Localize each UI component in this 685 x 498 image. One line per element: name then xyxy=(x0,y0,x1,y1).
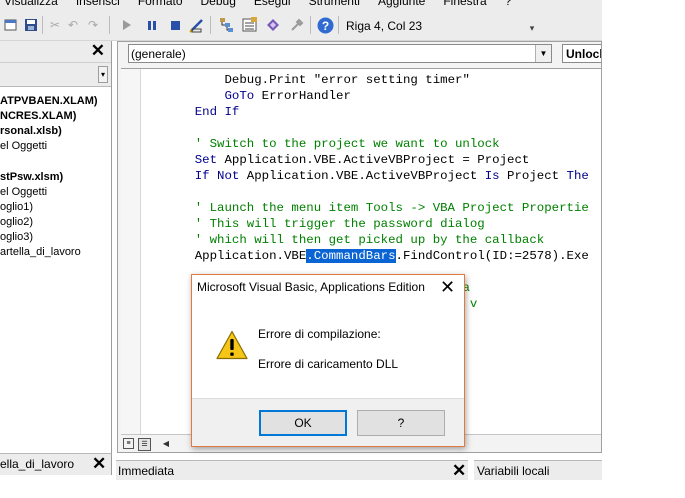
object-dropdown-value: (generale) xyxy=(131,47,186,61)
dialog-message-detail: Errore di caricamento DLL xyxy=(258,357,399,371)
close-icon[interactable]: ✕ xyxy=(452,461,466,481)
toolbox-icon[interactable] xyxy=(288,16,306,34)
menu-item[interactable]: Aggiunte xyxy=(369,0,434,8)
tree-item[interactable]: oglio2) xyxy=(0,215,33,229)
project-explorer-panel: ✕ ▾ ATPVBAEN.XLAM) NCRES.XLAM) rsonal.xlsb… xyxy=(0,41,112,453)
tree-item[interactable]: el Oggetti xyxy=(0,139,47,153)
code-token: ' which will then get picked up by the c… xyxy=(194,233,545,247)
warning-icon xyxy=(216,330,248,360)
menu-item[interactable]: Debug xyxy=(192,0,245,8)
tree-item[interactable]: NCRES.XLAM) xyxy=(0,109,76,123)
undo-icon[interactable]: ↶ xyxy=(64,16,82,34)
full-module-view-icon[interactable]: ☰ xyxy=(138,438,151,451)
locals-window-title: Variabili locali xyxy=(477,464,550,478)
svg-text:?: ? xyxy=(321,19,328,33)
ok-button[interactable]: OK xyxy=(259,410,347,436)
run-icon[interactable] xyxy=(118,16,136,34)
code-line: Debug.Print "error setting timer" xyxy=(165,72,470,88)
tree-item[interactable]: artella_di_lavoro xyxy=(0,245,81,259)
menu-item[interactable]: Inserisci xyxy=(67,0,129,8)
pause-icon[interactable] xyxy=(143,16,161,34)
stop-icon[interactable] xyxy=(166,16,184,34)
immediate-window-header: Immediata ✕ xyxy=(116,460,468,480)
code-token: Set xyxy=(194,153,218,167)
code-token: If Not xyxy=(194,169,240,183)
code-line: Set Application.VBE.ActiveVBProject = Pr… xyxy=(165,152,530,168)
menu-bar: Visualizza Inserisci Formato Debug Esegui Str… xyxy=(0,0,602,9)
code-token: ' Launch the menu item Tools -> VBA Proj… xyxy=(194,201,589,215)
code-line: ' This will trigger the password dialog xyxy=(165,216,485,232)
dialog-message-heading: Errore di compilazione: xyxy=(258,327,381,341)
project-explorer-header: ✕ xyxy=(0,41,111,63)
close-icon[interactable]: ✕ xyxy=(440,277,455,297)
code-token: ErrorHandler xyxy=(254,89,351,103)
properties-window-header: ella_di_lavoro ✕ xyxy=(0,453,112,475)
cut-icon[interactable]: ✂ xyxy=(46,16,64,34)
tree-item[interactable]: oglio3) xyxy=(0,230,33,244)
design-mode-icon[interactable] xyxy=(188,16,206,34)
code-token: The xyxy=(566,169,589,183)
menu-item[interactable]: ? xyxy=(496,0,521,8)
selected-text: .CommandBars xyxy=(306,249,396,263)
procedure-view-icon[interactable]: ≡ xyxy=(123,438,134,449)
help-button[interactable]: ? xyxy=(357,410,445,436)
dialog-title: Microsoft Visual Basic, Applications Edi… xyxy=(197,280,425,294)
toolbar-options-icon[interactable]: ▾ xyxy=(526,15,538,41)
code-token: Debug.Print "error setting timer" xyxy=(224,73,470,87)
help-icon[interactable]: ? xyxy=(316,16,334,34)
menu-item[interactable]: Esegui xyxy=(245,0,300,8)
code-token: .FindControl(ID:=2578).Exe xyxy=(395,249,589,263)
indicator-margin[interactable] xyxy=(121,69,141,435)
code-token: Application.VBE.ActiveVBProject = Projec… xyxy=(217,153,530,167)
menu-item[interactable]: Finestra xyxy=(434,0,495,8)
tree-item[interactable]: rsonal.xlsb) xyxy=(0,124,62,138)
code-token: Is xyxy=(484,169,500,183)
properties-window-title: ella_di_lavoro xyxy=(0,457,75,471)
error-dialog: Microsoft Visual Basic, Applications Edi… xyxy=(191,274,465,447)
close-icon[interactable]: ✕ xyxy=(92,454,106,474)
chevron-down-icon[interactable]: ▼ xyxy=(535,45,551,62)
close-icon[interactable]: ✕ xyxy=(91,41,105,61)
tree-item[interactable]: oglio1) xyxy=(0,200,33,214)
code-token: Application.VBE.ActiveVBProject xyxy=(239,169,485,183)
object-dropdown[interactable]: (generale) ▼ xyxy=(128,44,552,63)
project-explorer-icon[interactable] xyxy=(218,16,236,34)
immediate-window-title: Immediata xyxy=(118,464,175,478)
code-line: GoTo ErrorHandler xyxy=(165,88,351,104)
project-explorer-toolbar: ▾ xyxy=(0,63,111,87)
menu-item[interactable]: Formato xyxy=(129,0,192,8)
properties-icon[interactable] xyxy=(241,16,259,34)
menu-item[interactable]: Strumenti xyxy=(300,0,369,8)
dialog-titlebar[interactable]: Microsoft Visual Basic, Applications Edi… xyxy=(192,275,464,301)
code-token: ' This will trigger the password dialog xyxy=(194,217,485,231)
cursor-position: Riga 4, Col 23 xyxy=(346,19,423,33)
procedure-dropdown-value: Unlock xyxy=(566,47,601,61)
code-token: GoTo xyxy=(224,89,255,103)
locals-window-header: Variabili locali xyxy=(474,460,602,480)
code-token: Project xyxy=(499,169,567,183)
code-line: ' Launch the menu item Tools -> VBA Proj… xyxy=(165,200,589,216)
code-token: ' Switch to the project we want to unloc… xyxy=(194,137,500,151)
dialog-body: Errore di compilazione: Errore di carica… xyxy=(192,301,464,398)
standard-toolbar: ✂ ↶ ↷ ? Riga 4, Col 23 ▾ xyxy=(0,9,602,41)
code-token: Application.VBE xyxy=(194,249,307,263)
code-line: ' Switch to the project we want to unloc… xyxy=(165,136,500,152)
scroll-left-icon[interactable]: ◀ xyxy=(159,437,173,451)
scroll-arrow-icon[interactable]: ▾ xyxy=(98,66,108,83)
procedure-dropdown[interactable]: Unlock xyxy=(562,44,601,63)
object-browser-icon[interactable] xyxy=(264,16,282,34)
insert-userform-icon[interactable] xyxy=(2,16,20,34)
menu-item[interactable]: Visualizza xyxy=(0,0,67,8)
code-line: End If xyxy=(165,104,240,120)
code-line: If Not Application.VBE.ActiveVBProject I… xyxy=(165,168,589,184)
tree-item[interactable]: ATPVBAEN.XLAM) xyxy=(0,94,98,108)
redo-icon[interactable]: ↷ xyxy=(84,16,102,34)
dialog-button-row: OK ? xyxy=(192,398,464,446)
code-line: Application.VBE.CommandBars.FindControl(… xyxy=(165,248,589,264)
save-icon[interactable] xyxy=(22,16,40,34)
code-line: ' which will then get picked up by the c… xyxy=(165,232,544,248)
tree-item[interactable]: stPsw.xlsm) xyxy=(0,170,63,184)
code-token: End If xyxy=(194,105,240,119)
tree-item[interactable]: el Oggetti xyxy=(0,185,47,199)
